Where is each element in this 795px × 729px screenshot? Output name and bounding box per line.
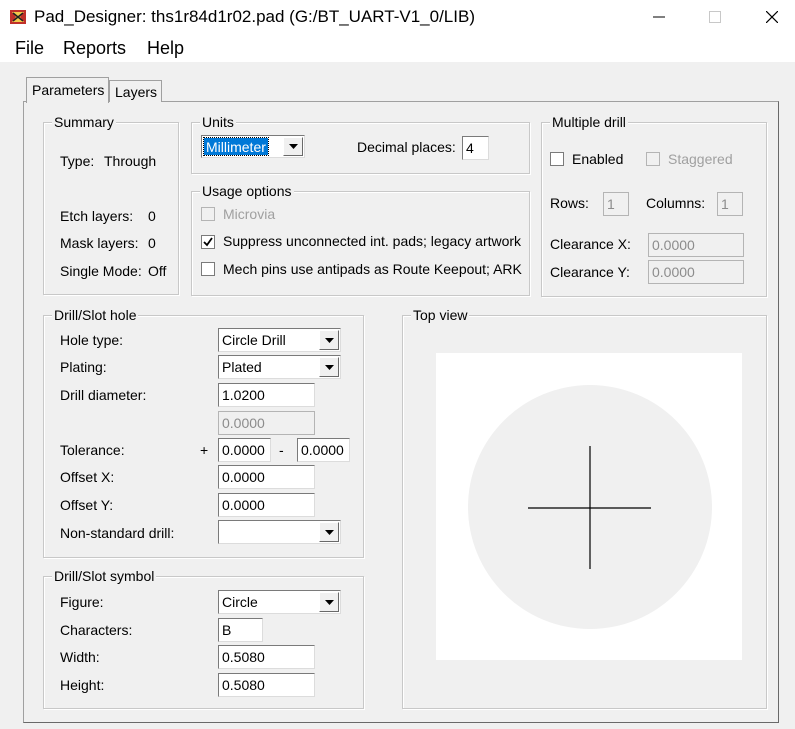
figure-dropdown-button[interactable] xyxy=(319,592,339,612)
type-value: Through xyxy=(104,153,157,169)
units-select[interactable]: Millimeter xyxy=(201,135,305,158)
maximize-icon xyxy=(709,11,721,23)
hole-type-dropdown-button[interactable] xyxy=(319,330,339,350)
menu-file[interactable]: File xyxy=(15,38,44,59)
clearance-x-label: Clearance X: xyxy=(550,236,631,252)
top-view-canvas[interactable] xyxy=(436,353,742,660)
single-mode-label: Single Mode: xyxy=(60,263,142,279)
minimize-icon xyxy=(653,16,665,18)
menu-reports[interactable]: Reports xyxy=(63,38,126,59)
app-icon xyxy=(10,10,26,24)
single-mode-value: Off xyxy=(148,263,167,279)
maximize-button[interactable] xyxy=(692,0,738,34)
offset-y-label: Offset Y: xyxy=(60,497,114,513)
figure-value: Circle xyxy=(222,594,258,610)
hole-type-label: Hole type: xyxy=(60,332,124,348)
microvia-checkbox[interactable] xyxy=(201,207,215,221)
microvia-label: Microvia xyxy=(223,206,276,222)
offset-y-input[interactable]: 0.0000 xyxy=(218,493,315,517)
mech-pins-checkbox[interactable] xyxy=(201,262,215,276)
mask-layers-value: 0 xyxy=(148,235,156,251)
width-input[interactable]: 0.5080 xyxy=(218,645,315,669)
enabled-label: Enabled xyxy=(572,151,624,167)
offset-x-input[interactable]: 0.0000 xyxy=(218,465,315,489)
mask-layers-label: Mask layers: xyxy=(60,235,139,251)
tolerance-plus-sign: + xyxy=(200,442,209,458)
height-label: Height: xyxy=(60,677,105,693)
units-dropdown-button[interactable] xyxy=(283,137,303,156)
hole-type-select[interactable]: Circle Drill xyxy=(218,328,341,352)
width-label: Width: xyxy=(60,649,100,665)
height-input[interactable]: 0.5080 xyxy=(218,673,315,697)
tolerance-minus-input[interactable]: 0.0000 xyxy=(297,438,350,462)
tab-layers[interactable]: Layers xyxy=(109,80,163,102)
rows-input[interactable]: 1 xyxy=(603,192,629,216)
drill-slot-symbol-title: Drill/Slot symbol xyxy=(52,568,157,584)
staggered-checkbox[interactable] xyxy=(646,152,660,166)
usage-options-title: Usage options xyxy=(200,183,294,199)
chevron-down-icon xyxy=(288,144,298,149)
plating-value: Plated xyxy=(222,359,262,375)
clearance-y-input[interactable]: 0.0000 xyxy=(648,260,744,284)
close-button[interactable] xyxy=(749,0,795,34)
suppress-checkbox[interactable] xyxy=(201,235,215,249)
etch-layers-label: Etch layers: xyxy=(60,208,134,224)
columns-input[interactable]: 1 xyxy=(717,192,743,216)
type-label: Type: xyxy=(60,153,95,169)
rows-label: Rows: xyxy=(550,195,589,211)
chevron-down-icon xyxy=(324,364,334,370)
slot-length-input[interactable]: 0.0000 xyxy=(218,411,315,435)
plating-label: Plating: xyxy=(60,359,107,375)
minimize-button[interactable] xyxy=(636,0,682,34)
units-title: Units xyxy=(200,114,236,130)
plating-select[interactable]: Plated xyxy=(218,355,341,379)
figure-label: Figure: xyxy=(60,594,104,610)
tab-parameters[interactable]: Parameters xyxy=(26,77,110,103)
chevron-down-icon xyxy=(324,337,334,343)
non-standard-drill-select[interactable] xyxy=(218,520,341,544)
top-view-title: Top view xyxy=(411,307,470,323)
decimal-places-input[interactable]: 4 xyxy=(462,136,489,160)
mech-pins-label: Mech pins use antipads as Route Keepout;… xyxy=(223,261,522,277)
offset-x-label: Offset X: xyxy=(60,469,115,485)
staggered-label: Staggered xyxy=(668,151,733,167)
close-icon xyxy=(766,11,778,23)
summary-title: Summary xyxy=(52,114,116,130)
plating-dropdown-button[interactable] xyxy=(319,357,339,377)
clearance-y-label: Clearance Y: xyxy=(550,264,630,280)
pad-preview xyxy=(468,385,712,629)
suppress-label: Suppress unconnected int. pads; legacy a… xyxy=(223,233,522,249)
figure-select[interactable]: Circle xyxy=(218,590,341,614)
window-title: Pad_Designer: ths1r84d1r02.pad (G:/BT_UA… xyxy=(34,7,475,26)
title-bar: Pad_Designer: ths1r84d1r02.pad (G:/BT_UA… xyxy=(0,0,795,34)
characters-label: Characters: xyxy=(60,622,133,638)
drill-diameter-label: Drill diameter: xyxy=(60,387,147,403)
non-standard-drill-label: Non-standard drill: xyxy=(60,525,175,541)
tolerance-minus-sign: - xyxy=(279,442,284,458)
tolerance-label: Tolerance: xyxy=(60,442,125,458)
hole-type-value: Circle Drill xyxy=(222,332,286,348)
menu-help[interactable]: Help xyxy=(147,38,184,59)
columns-label: Columns: xyxy=(646,195,706,211)
clearance-x-input[interactable]: 0.0000 xyxy=(648,233,744,257)
enabled-checkbox[interactable] xyxy=(550,152,564,166)
characters-input[interactable]: B xyxy=(218,618,263,642)
drill-diameter-input[interactable]: 1.0200 xyxy=(218,383,315,407)
units-selected-value: Millimeter xyxy=(203,137,269,156)
chevron-down-icon xyxy=(324,599,334,605)
multiple-drill-title: Multiple drill xyxy=(550,114,628,130)
checkmark-icon xyxy=(203,237,213,247)
etch-layers-value: 0 xyxy=(148,208,156,224)
drill-slot-hole-title: Drill/Slot hole xyxy=(52,307,139,323)
tolerance-plus-input[interactable]: 0.0000 xyxy=(218,438,271,462)
non-standard-drill-dropdown-button[interactable] xyxy=(319,522,339,542)
decimal-places-label: Decimal places: xyxy=(357,139,456,155)
chevron-down-icon xyxy=(324,529,334,535)
